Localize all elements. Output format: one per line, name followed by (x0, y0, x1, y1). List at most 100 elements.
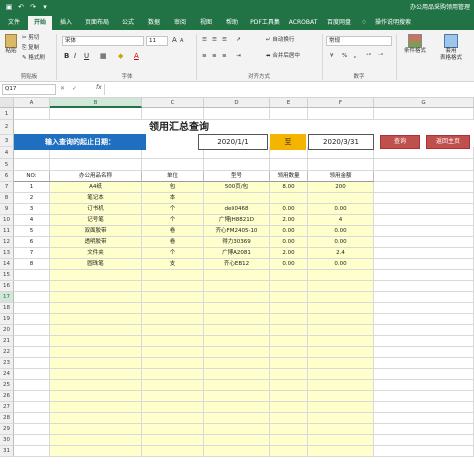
grid-cell[interactable] (142, 347, 204, 358)
row-header[interactable]: 20 (0, 325, 14, 336)
grid-cell[interactable] (308, 358, 374, 369)
column-header[interactable]: E (270, 98, 308, 108)
tell-me-search[interactable]: 操作说明搜索 (368, 16, 418, 30)
grid-cell[interactable] (50, 303, 142, 314)
increase-decimal-icon[interactable]: ⁺⁰ (366, 52, 371, 60)
table-cell[interactable]: 广博A2081 (204, 248, 270, 259)
grid-cell[interactable] (374, 226, 474, 237)
customize-icon[interactable]: ▾ (40, 2, 50, 12)
grid-cell[interactable] (204, 391, 270, 402)
grid-cell[interactable] (270, 314, 308, 325)
grid-cell[interactable] (142, 336, 204, 347)
table-cell[interactable]: 支 (142, 259, 204, 270)
grid-cell[interactable] (142, 369, 204, 380)
grid-cell[interactable] (14, 369, 50, 380)
grid-cell[interactable] (374, 391, 474, 402)
row-header[interactable]: 12 (0, 237, 14, 248)
function-icon[interactable]: fx (96, 84, 102, 91)
table-cell[interactable]: 2.4 (308, 248, 374, 259)
grid-cell[interactable] (270, 413, 308, 424)
grid-cell[interactable] (50, 358, 142, 369)
grid-cell[interactable] (374, 325, 474, 336)
grid-cell[interactable] (14, 391, 50, 402)
grid-cell[interactable] (14, 446, 50, 457)
decrease-decimal-icon[interactable]: ⁻⁰ (378, 52, 383, 60)
grid-cell[interactable] (204, 369, 270, 380)
grid-cell[interactable] (270, 336, 308, 347)
grid-cell[interactable] (270, 108, 308, 120)
grid-cell[interactable] (308, 336, 374, 347)
table-format-button[interactable]: 套用 表格格式 (434, 34, 468, 62)
table-cell[interactable]: 齐心EB12 (204, 259, 270, 270)
grid-cell[interactable] (308, 424, 374, 435)
grid-cell[interactable] (204, 314, 270, 325)
grid-cell[interactable] (142, 281, 204, 292)
grid-cell[interactable] (308, 391, 374, 402)
redo-icon[interactable]: ↷ (28, 2, 38, 12)
border-icon[interactable]: ▦ (100, 52, 107, 60)
grid-cell[interactable] (374, 380, 474, 391)
grid-cell[interactable] (308, 435, 374, 446)
table-cell[interactable]: 圆珠笔 (50, 259, 142, 270)
tab-baidu-netdisk[interactable]: 百度网盘 (322, 16, 356, 30)
grid-cell[interactable] (204, 303, 270, 314)
paste-button[interactable]: 粘贴 (4, 34, 18, 55)
grid-cell[interactable] (50, 424, 142, 435)
tab-page-layout[interactable]: 页面布局 (80, 16, 114, 30)
bold-button[interactable]: B (64, 52, 69, 60)
grid-cell[interactable] (270, 424, 308, 435)
grid-cell[interactable] (374, 446, 474, 457)
row-header[interactable]: 22 (0, 347, 14, 358)
table-cell[interactable]: 个 (142, 215, 204, 226)
font-shrink-button[interactable]: A (180, 37, 183, 45)
grid-cell[interactable] (270, 358, 308, 369)
grid-cell[interactable] (142, 446, 204, 457)
percent-button[interactable]: % (342, 52, 347, 60)
grid-cell[interactable] (14, 292, 50, 303)
table-cell[interactable]: 0.00 (270, 204, 308, 215)
tab-formulas[interactable]: 公式 (116, 16, 140, 30)
tab-view[interactable]: 视图 (194, 16, 218, 30)
home-button[interactable]: 返回主页 (426, 135, 470, 149)
grid-cell[interactable] (204, 358, 270, 369)
grid-cell[interactable] (204, 336, 270, 347)
grid-cell[interactable] (374, 215, 474, 226)
table-cell[interactable]: 包 (142, 182, 204, 193)
column-header[interactable]: D (204, 98, 270, 108)
align-right-icon[interactable]: ≡ (222, 52, 227, 60)
cut-button[interactable]: ✂ 剪切 (22, 34, 39, 42)
table-cell[interactable]: 0.00 (270, 259, 308, 270)
grid-cell[interactable] (308, 325, 374, 336)
tab-review[interactable]: 审阅 (168, 16, 192, 30)
grid-cell[interactable] (204, 435, 270, 446)
table-cell[interactable]: 双面胶带 (50, 226, 142, 237)
table-cell[interactable]: A4纸 (50, 182, 142, 193)
table-cell[interactable]: 500页/包 (204, 182, 270, 193)
row-header[interactable]: 2 (0, 120, 14, 135)
row-header[interactable]: 31 (0, 446, 14, 457)
start-date-input[interactable]: 2020/1/1 (198, 134, 268, 150)
grid-cell[interactable] (142, 380, 204, 391)
grid-cell[interactable] (270, 325, 308, 336)
table-cell[interactable]: 卷 (142, 226, 204, 237)
grid-cell[interactable] (50, 336, 142, 347)
query-button[interactable]: 查询 (380, 135, 420, 149)
grid-cell[interactable] (308, 446, 374, 457)
select-all-corner[interactable] (0, 98, 14, 108)
end-date-input[interactable]: 2020/3/31 (308, 134, 374, 150)
table-cell[interactable] (204, 193, 270, 204)
grid-cell[interactable] (142, 358, 204, 369)
indent-icon[interactable]: ⇥ (236, 52, 241, 60)
grid-cell[interactable] (14, 303, 50, 314)
table-cell[interactable]: 0.00 (308, 226, 374, 237)
table-cell[interactable]: 订书机 (50, 204, 142, 215)
grid-cell[interactable] (14, 435, 50, 446)
row-header[interactable]: 5 (0, 159, 14, 171)
grid-cell[interactable] (270, 435, 308, 446)
grid-cell[interactable] (270, 303, 308, 314)
grid-cell[interactable] (50, 325, 142, 336)
grid-cell[interactable] (374, 314, 474, 325)
grid-cell[interactable] (270, 270, 308, 281)
row-header[interactable]: 28 (0, 413, 14, 424)
grid-cell[interactable] (204, 446, 270, 457)
